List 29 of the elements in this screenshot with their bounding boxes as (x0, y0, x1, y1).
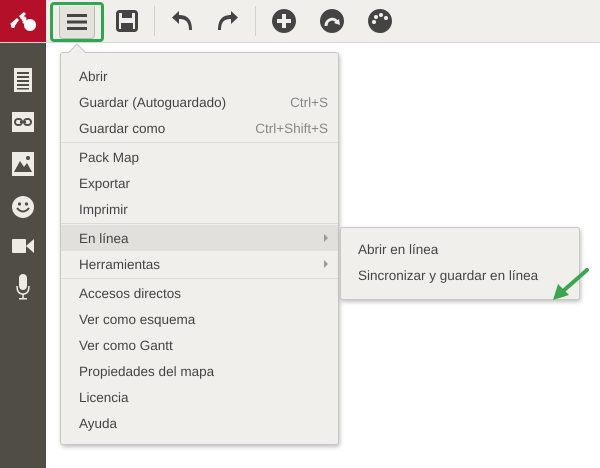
menu-item[interactable]: Imprimir (61, 196, 338, 222)
menu-item[interactable]: Sincronizar y guardar en línea (341, 263, 579, 289)
menu-button[interactable] (50, 2, 104, 42)
link-icon[interactable] (12, 112, 34, 132)
notes-icon[interactable] (14, 68, 32, 92)
menu-item[interactable]: Ver como esquema (61, 306, 338, 332)
save-icon[interactable] (116, 10, 138, 32)
video-camera-icon[interactable] (12, 238, 34, 254)
menu-item[interactable]: Abrir en línea (341, 237, 579, 263)
menu-item[interactable]: Guardar (Autoguardado) Ctrl+S (61, 89, 338, 115)
smiley-icon[interactable] (12, 196, 34, 218)
menu-item[interactable]: En línea (61, 225, 338, 251)
menu-item[interactable]: Guardar como Ctrl+Shift+S (61, 115, 338, 141)
menu-item[interactable]: Exportar (61, 170, 338, 196)
menu-item[interactable]: Pack Map (61, 144, 338, 170)
microphone-icon[interactable] (16, 274, 30, 300)
redo-icon[interactable] (217, 11, 239, 31)
menu-item[interactable]: Propiedades del mapa (61, 358, 338, 384)
palette-icon[interactable] (368, 9, 392, 33)
menu-item[interactable]: Ver como Gantt (61, 332, 338, 358)
menu-item[interactable]: Accesos directos (61, 280, 338, 306)
menu-item[interactable]: Licencia (61, 384, 338, 410)
menu-item[interactable]: Abrir (61, 63, 338, 89)
menu-item[interactable]: Ayuda (61, 410, 338, 436)
add-icon[interactable] (272, 9, 296, 33)
undo-icon[interactable] (171, 11, 193, 31)
menu-item[interactable]: Herramientas (61, 251, 338, 277)
logo-icon (0, 0, 46, 42)
image-icon[interactable] (12, 152, 34, 176)
